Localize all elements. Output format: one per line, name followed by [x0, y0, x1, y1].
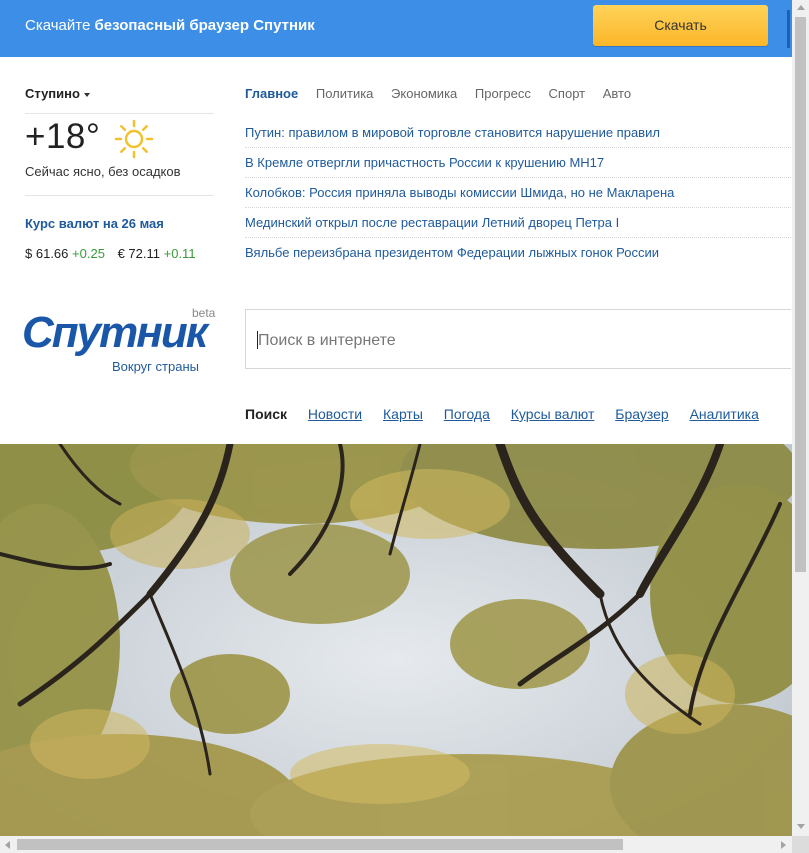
sun-icon	[114, 119, 154, 159]
tab-sport[interactable]: Спорт	[549, 86, 586, 101]
banner-text-bold: безопасный браузер Спутник	[94, 17, 315, 34]
eur-change: +0.11	[163, 246, 196, 261]
text-cursor	[257, 331, 258, 349]
banner-text-plain: Скачайте	[25, 17, 95, 34]
service-search[interactable]: Поиск	[245, 406, 287, 422]
usd-symbol: $	[25, 246, 33, 261]
weather-description: Сейчас ясно, без осадков	[25, 164, 181, 179]
services-nav: Поиск Новости Карты Погода Курсы валют Б…	[245, 406, 776, 422]
scroll-down-icon[interactable]	[797, 824, 805, 829]
download-banner: Скачайте безопасный браузер Спутник Скач…	[0, 0, 792, 57]
logo-word: Спутник	[22, 308, 208, 357]
eur-symbol: €	[117, 246, 125, 261]
scrollbar-corner	[792, 836, 809, 853]
divider	[25, 113, 214, 114]
download-button[interactable]: Скачать	[593, 5, 768, 46]
tab-economy[interactable]: Экономика	[391, 86, 457, 101]
tab-politics[interactable]: Политика	[316, 86, 374, 101]
service-browser[interactable]: Браузер	[615, 406, 668, 422]
temperature: +18°	[25, 117, 101, 156]
vertical-scroll-thumb[interactable]	[795, 17, 806, 572]
news-item[interactable]: В Кремле отвергли причастность России к …	[245, 148, 791, 178]
currency-rates-link[interactable]: Курс валют на 26 мая	[25, 216, 164, 231]
service-analytics[interactable]: Аналитика	[690, 406, 759, 422]
scroll-left-icon[interactable]	[5, 841, 10, 849]
divider	[25, 195, 214, 196]
banner-edge	[787, 10, 790, 48]
eur-value: 72.11	[128, 246, 160, 261]
tab-main[interactable]: Главное	[245, 86, 298, 101]
search-box	[245, 309, 791, 369]
chevron-down-icon	[83, 92, 90, 97]
city-name: Ступино	[25, 86, 80, 101]
banner-text: Скачайте безопасный браузер Спутник	[25, 17, 315, 34]
service-weather[interactable]: Погода	[444, 406, 490, 422]
scroll-up-icon[interactable]	[797, 5, 805, 10]
usd-value: 61.66	[35, 246, 69, 261]
horizontal-scroll-thumb[interactable]	[17, 839, 623, 850]
service-news[interactable]: Новости	[308, 406, 362, 422]
news-item[interactable]: Вяльбе переизбрана президентом Федерации…	[245, 238, 791, 267]
tab-progress[interactable]: Прогресс	[475, 86, 531, 101]
news-item[interactable]: Колобков: Россия приняла выводы комиссии…	[245, 178, 791, 208]
search-input[interactable]	[256, 326, 780, 356]
service-currency[interactable]: Курсы валют	[511, 406, 595, 422]
currency-rates: $ 61.66 +0.25 € 72.11 +0.11	[25, 246, 196, 261]
background-photo	[0, 444, 792, 836]
logo-tagline: Вокруг страны	[112, 359, 199, 374]
tab-auto[interactable]: Авто	[603, 86, 631, 101]
service-maps[interactable]: Карты	[383, 406, 423, 422]
vertical-scrollbar[interactable]	[792, 0, 809, 836]
sputnik-logo[interactable]: Спутник beta Вокруг страны	[22, 306, 222, 376]
news-list: Путин: правилом в мировой торговле стано…	[245, 118, 791, 267]
news-tabs: Главное Политика Экономика Прогресс Спор…	[245, 86, 645, 101]
tree-canopy-image	[0, 444, 792, 836]
usd-change: +0.25	[72, 246, 105, 261]
news-item[interactable]: Мединский открыл после реставрации Летни…	[245, 208, 791, 238]
city-selector[interactable]: Ступино	[25, 86, 90, 101]
horizontal-scrollbar[interactable]	[0, 836, 792, 853]
beta-label: beta	[192, 306, 216, 320]
news-item[interactable]: Путин: правилом в мировой торговле стано…	[245, 118, 791, 148]
scroll-right-icon[interactable]	[781, 841, 786, 849]
